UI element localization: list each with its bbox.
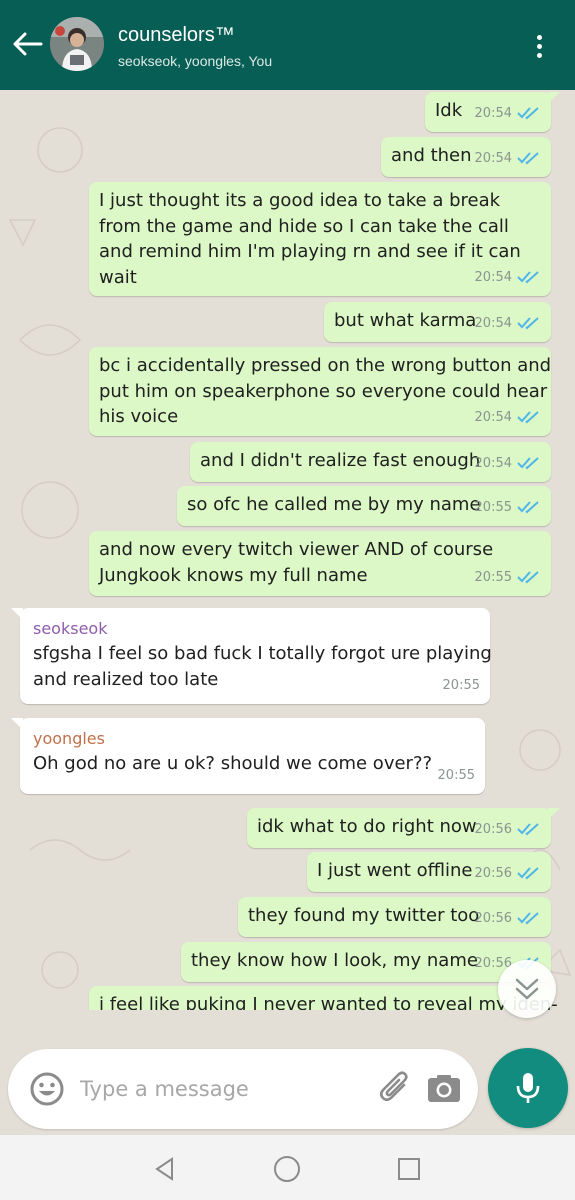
message-bubble-incoming[interactable]: seokseok sfgsha I feel so bad fuck I tot… xyxy=(11,608,492,704)
message-time: 20:55 xyxy=(474,569,512,585)
message-bubble-outgoing[interactable]: and then 20:54 xyxy=(381,137,551,177)
read-receipt-icon xyxy=(517,457,539,470)
nav-home-button[interactable] xyxy=(267,1149,307,1189)
read-receipt-icon xyxy=(517,867,539,880)
message-text: i feel like puking I never wanted to rev… xyxy=(99,994,558,1010)
message-bubble-outgoing[interactable]: Idk 20:54 xyxy=(425,92,560,132)
message-time: 20:54 xyxy=(474,409,512,425)
message-bubble-outgoing[interactable]: but what karma 20:54 xyxy=(324,302,551,342)
message-text: sfgsha I feel so bad fuck I totally forg… xyxy=(33,643,492,690)
message-text: but what karma xyxy=(334,310,477,331)
read-receipt-icon xyxy=(517,152,539,165)
message-time: 20:54 xyxy=(474,150,512,166)
chat-participants[interactable]: seokseok, yoongles, You xyxy=(118,53,272,69)
message-time: 20:55 xyxy=(442,677,480,693)
emoji-button[interactable] xyxy=(28,1070,66,1108)
message-time: 20:55 xyxy=(437,767,475,783)
read-receipt-icon xyxy=(517,411,539,424)
read-receipt-icon xyxy=(517,317,539,330)
microphone-icon xyxy=(516,1073,540,1103)
message-time: 20:55 xyxy=(474,499,512,515)
attach-button[interactable] xyxy=(376,1069,416,1109)
voice-message-button[interactable] xyxy=(488,1048,568,1128)
message-bubble-outgoing[interactable]: and I didn't realize fast enough 20:54 xyxy=(190,442,551,482)
message-text: and then xyxy=(391,145,472,166)
more-vertical-icon xyxy=(536,34,542,40)
message-text: they found my twitter too xyxy=(248,905,480,926)
camera-button[interactable] xyxy=(424,1069,464,1109)
message-bubble-outgoing[interactable]: I just went offline 20:56 xyxy=(307,852,551,892)
message-list[interactable]: Idk 20:54 and then 20:54 I just thought … xyxy=(0,90,575,1010)
system-navigation-bar xyxy=(0,1135,575,1200)
read-receipt-icon xyxy=(517,571,539,584)
message-text: Idk xyxy=(435,100,463,121)
message-bubble-outgoing[interactable]: I just thought its a good idea to take a… xyxy=(89,182,551,296)
read-receipt-icon xyxy=(517,271,539,284)
message-text: idk what to do right now xyxy=(257,816,477,837)
chat-header: counselors™ seokseok, yoongles, You xyxy=(0,0,575,90)
message-bubble-incoming[interactable]: yoongles Oh god no are u ok? should we c… xyxy=(11,718,485,794)
message-time: 20:56 xyxy=(474,865,512,881)
triangle-back-icon xyxy=(155,1157,173,1181)
read-receipt-icon xyxy=(517,107,539,120)
smiley-icon xyxy=(30,1072,64,1106)
message-text: so ofc he called me by my name xyxy=(187,494,481,515)
group-avatar[interactable] xyxy=(50,17,104,71)
message-bubble-outgoing[interactable]: i feel like puking I never wanted to rev… xyxy=(89,986,558,1010)
back-button[interactable] xyxy=(8,24,48,64)
message-time: 20:56 xyxy=(474,910,512,926)
message-time: 20:54 xyxy=(474,455,512,471)
message-composer xyxy=(8,1049,478,1129)
sender-name[interactable]: yoongles xyxy=(33,726,105,752)
sender-name[interactable]: seokseok xyxy=(33,616,107,642)
more-options-button[interactable] xyxy=(522,26,556,66)
message-bubble-outgoing[interactable]: they know how I look, my name 20:56 xyxy=(181,942,551,982)
message-text: they know how I look, my name xyxy=(191,950,478,971)
message-bubble-outgoing[interactable]: bc i accidentally pressed on the wrong b… xyxy=(89,347,551,436)
arrow-left-icon xyxy=(13,32,43,56)
nav-recents-button[interactable] xyxy=(389,1149,429,1189)
message-bubble-outgoing[interactable]: and now every twitch viewer AND of cours… xyxy=(89,531,551,596)
message-input[interactable] xyxy=(80,1071,360,1107)
read-receipt-icon xyxy=(517,912,539,925)
square-recents-icon xyxy=(398,1158,420,1180)
message-text: I just went offline xyxy=(317,860,473,881)
chat-title[interactable]: counselors™ xyxy=(118,24,235,47)
double-chevron-down-icon xyxy=(515,978,539,1000)
read-receipt-icon xyxy=(517,823,539,836)
message-bubble-outgoing[interactable]: idk what to do right now 20:56 xyxy=(247,808,560,848)
message-bubble-outgoing[interactable]: so ofc he called me by my name 20:55 xyxy=(177,486,551,526)
nav-back-button[interactable] xyxy=(145,1149,185,1189)
message-text: and now every twitch viewer AND of cours… xyxy=(99,539,494,586)
scroll-to-bottom-button[interactable] xyxy=(498,960,556,1018)
message-text: I just thought its a good idea to take a… xyxy=(99,190,521,288)
message-time: 20:54 xyxy=(474,269,512,285)
message-text: and I didn't realize fast enough xyxy=(200,450,481,471)
message-time: 20:56 xyxy=(474,821,512,837)
paperclip-icon xyxy=(379,1071,408,1102)
camera-icon xyxy=(428,1075,460,1102)
message-text: Oh god no are u ok? should we come over?… xyxy=(33,753,433,774)
read-receipt-icon xyxy=(517,501,539,514)
message-bubble-outgoing[interactable]: they found my twitter too 20:56 xyxy=(238,897,551,937)
circle-home-icon xyxy=(274,1156,300,1182)
message-time: 20:54 xyxy=(474,105,512,121)
message-time: 20:54 xyxy=(474,315,512,331)
